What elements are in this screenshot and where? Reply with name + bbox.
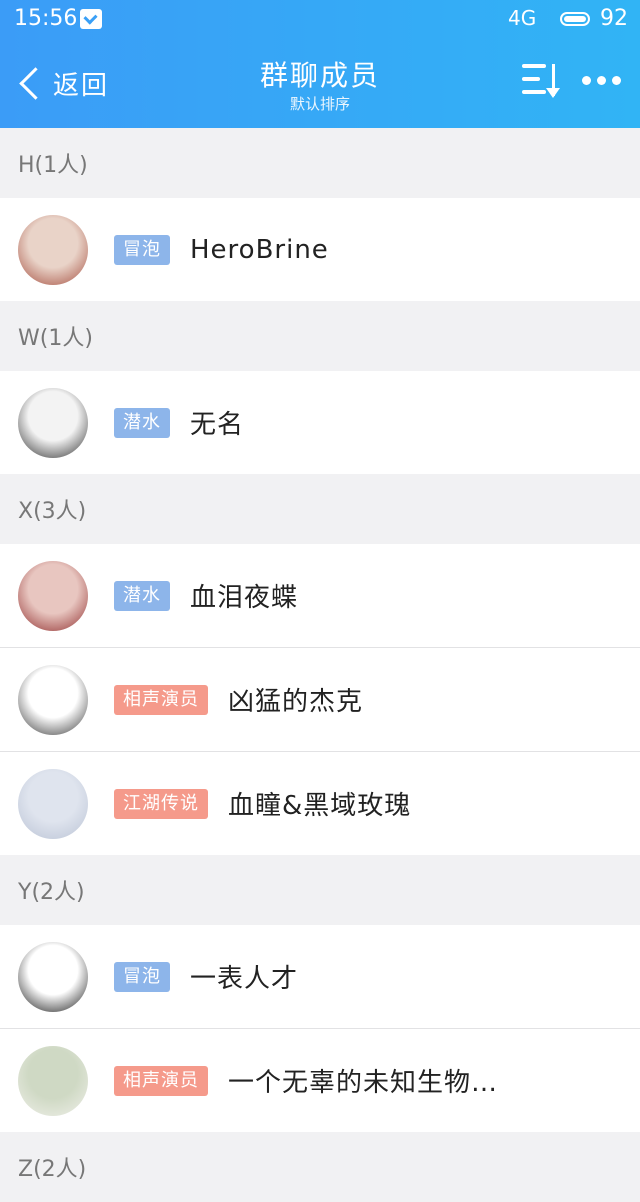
sort-icon-line xyxy=(522,90,546,94)
member-row[interactable]: 潜水 血泪夜蝶 xyxy=(0,544,640,647)
member-row[interactable]: 相声演员 凶猛的杰克 xyxy=(0,647,640,751)
status-time: 15:56 xyxy=(14,6,78,31)
avatar[interactable] xyxy=(18,560,88,631)
member-title-badge: 相声演员 xyxy=(114,684,208,715)
arrow-down-icon-head xyxy=(546,88,560,98)
more-button[interactable] xyxy=(582,72,622,88)
member-name: 无名 xyxy=(190,410,245,440)
member-title-badge: 潜水 xyxy=(114,580,170,611)
section-header: H(1人) xyxy=(0,128,640,198)
battery-level: 92 xyxy=(600,6,628,31)
member-name: 一个无辜的未知生物… xyxy=(228,1068,499,1098)
member-row[interactable]: 潜水 无名 xyxy=(0,371,640,474)
sort-icon-line xyxy=(522,77,540,81)
status-bar: 15:56 4G 92 xyxy=(0,0,640,40)
avatar[interactable] xyxy=(18,768,88,839)
member-name: HeroBrine xyxy=(190,234,329,265)
section-header: Y(2人) xyxy=(0,855,640,925)
avatar[interactable] xyxy=(18,664,88,735)
member-row[interactable]: 冒泡 HeroBrine xyxy=(0,198,640,301)
title-bar: 15:56 4G 92 返回 群聊成员 默认排序 xyxy=(0,0,640,128)
section-header: Z(2人) xyxy=(0,1132,640,1202)
member-name: 血泪夜蝶 xyxy=(190,583,299,613)
section-header: X(3人) xyxy=(0,474,640,544)
message-notification-icon xyxy=(80,9,102,29)
member-title-badge: 冒泡 xyxy=(114,234,170,265)
member-title-badge: 相声演员 xyxy=(114,1065,208,1096)
sort-button[interactable] xyxy=(520,62,562,102)
member-title-badge: 潜水 xyxy=(114,407,170,438)
avatar[interactable] xyxy=(18,387,88,458)
avatar[interactable] xyxy=(18,1045,88,1116)
more-icon xyxy=(582,75,591,85)
member-name: 一表人才 xyxy=(190,964,299,994)
member-title-badge: 冒泡 xyxy=(114,961,170,992)
member-list: H(1人) 冒泡 HeroBrine W(1人) 潜水 无名 X(3人) 潜水 血泪夜蝶 相声演员… xyxy=(0,128,640,1202)
member-row[interactable]: 冒泡 一表人才 xyxy=(0,925,640,1028)
member-name: 血瞳&黑域玫瑰 xyxy=(228,791,412,821)
sort-icon xyxy=(522,64,546,68)
section-header: W(1人) xyxy=(0,301,640,371)
member-name: 凶猛的杰克 xyxy=(228,687,364,717)
battery-icon xyxy=(560,12,590,26)
more-icon-dot xyxy=(597,75,606,85)
member-title-badge: 江湖传说 xyxy=(114,788,208,819)
member-row[interactable]: 相声演员 一个无辜的未知生物… xyxy=(0,1028,640,1132)
avatar[interactable] xyxy=(18,214,88,285)
member-row[interactable]: 江湖传说 血瞳&黑域玫瑰 xyxy=(0,751,640,855)
signal-icon: 4G xyxy=(508,6,537,30)
more-icon-dot xyxy=(612,75,621,85)
avatar[interactable] xyxy=(18,941,88,1012)
